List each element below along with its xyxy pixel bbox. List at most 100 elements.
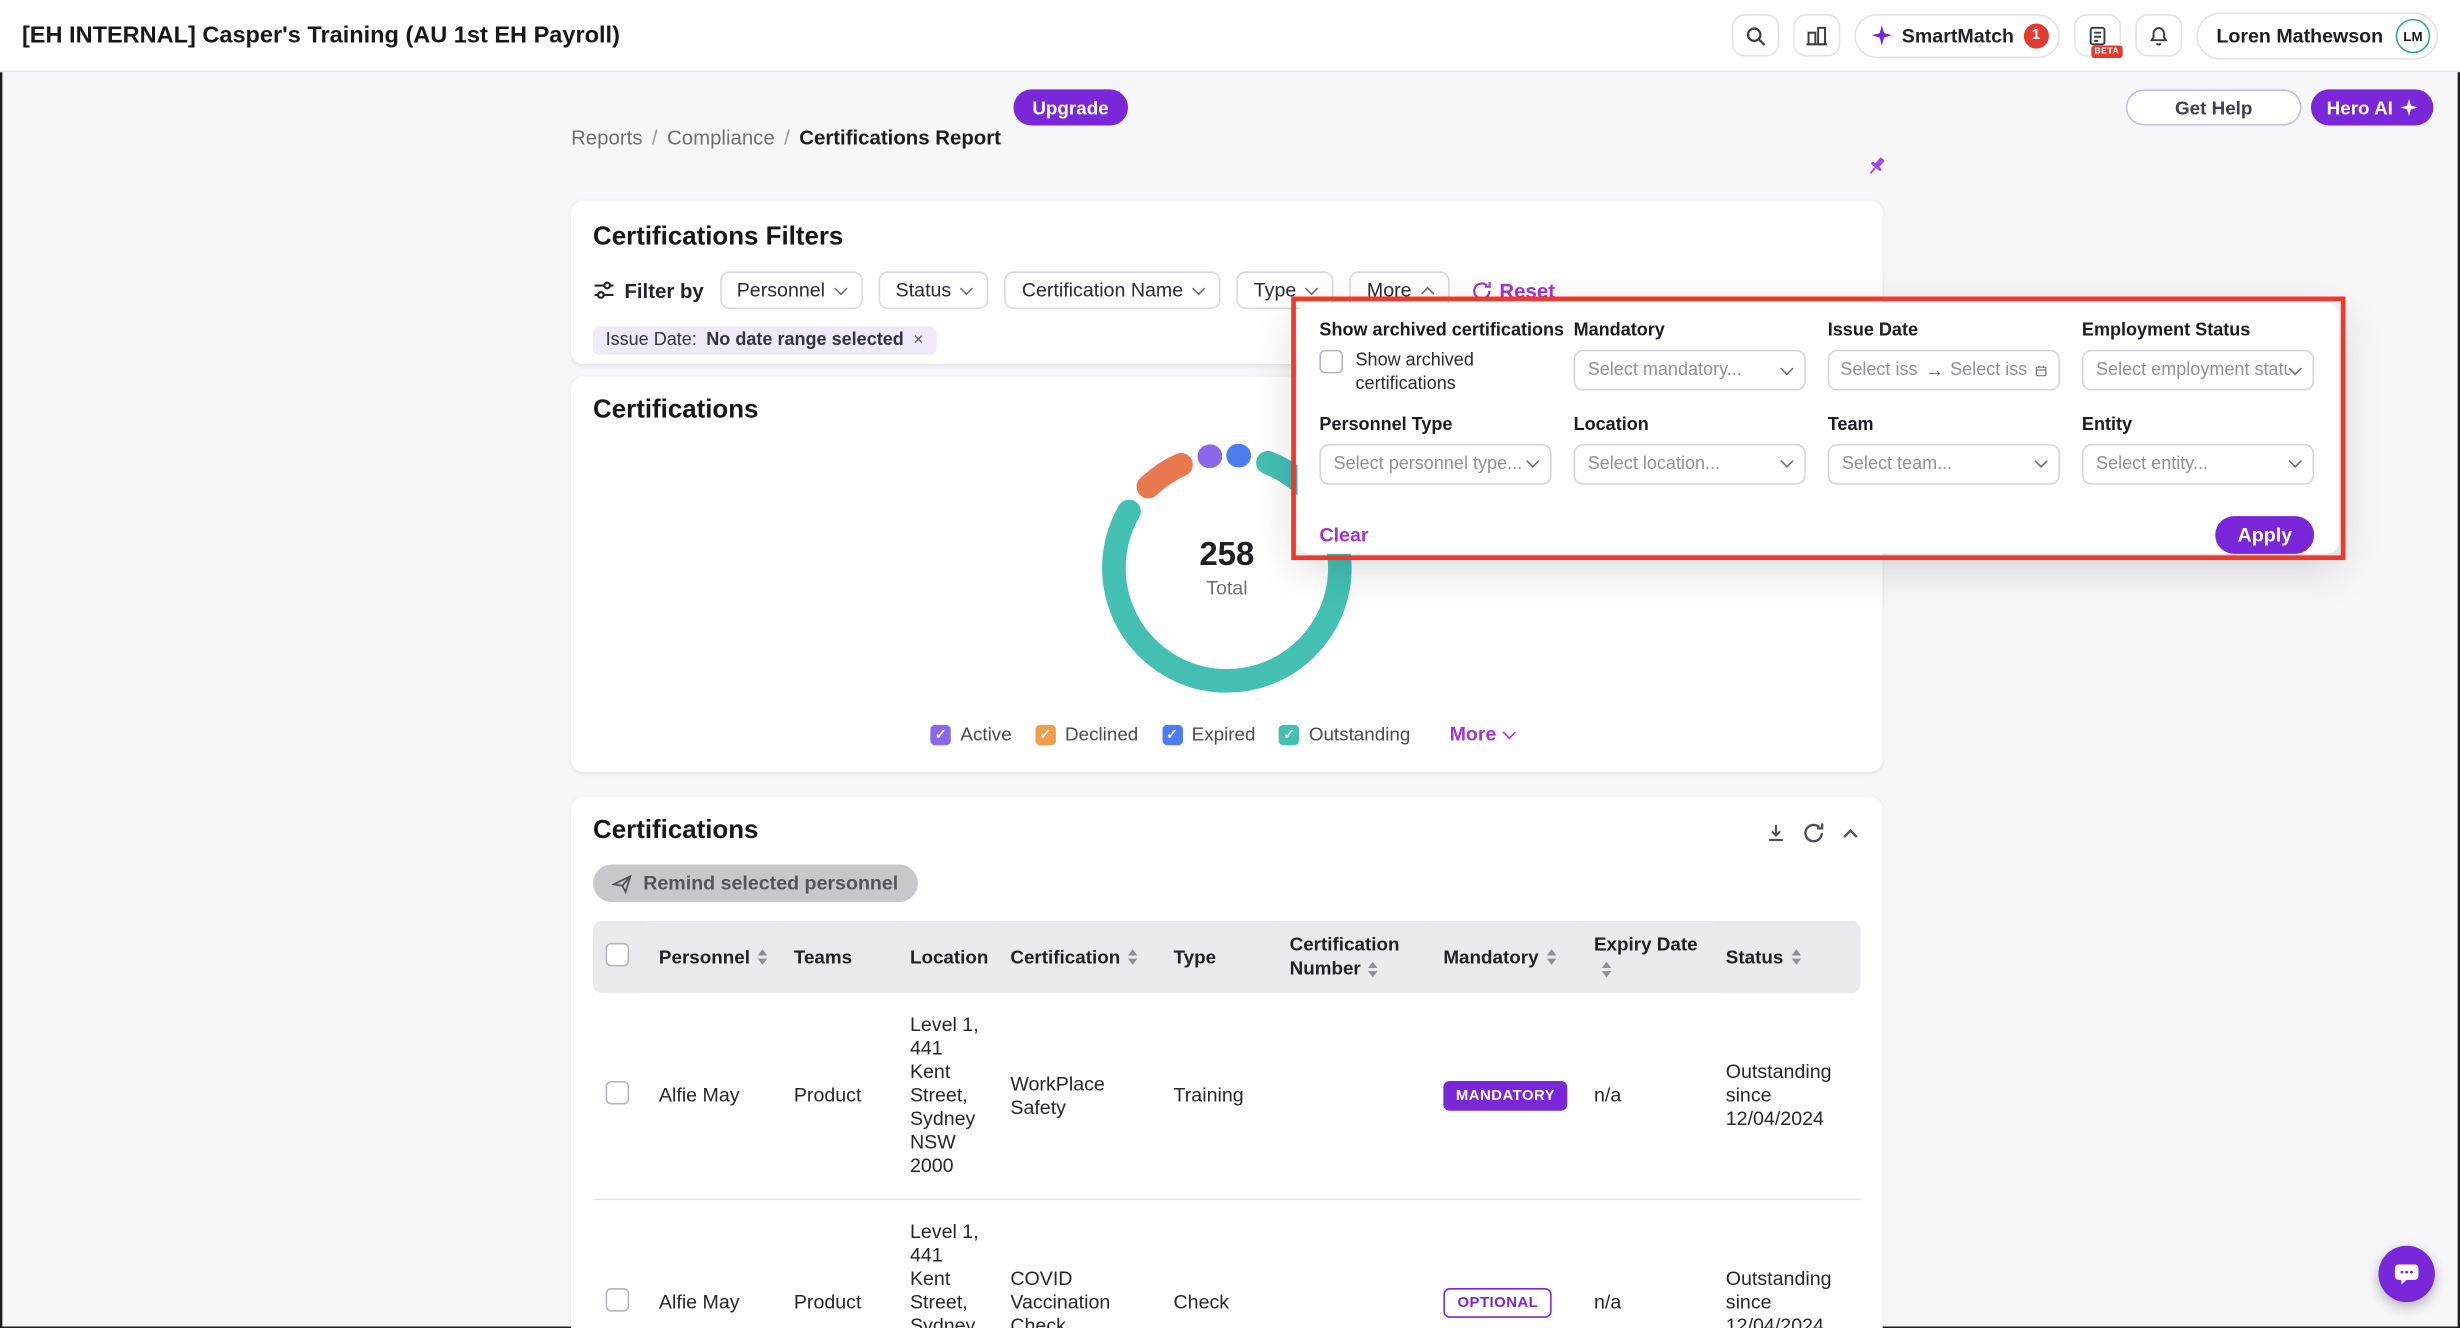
breadcrumb-compliance[interactable]: Compliance [667, 126, 775, 150]
cell-personnel: Alfie May [646, 1199, 781, 1328]
sparkle-icon [2401, 99, 2418, 116]
show-archived-checkbox-row[interactable]: Show archived certifications [1319, 350, 1551, 397]
breadcrumb-separator: / [652, 126, 658, 150]
employment-status-select[interactable]: Select employment statu [2082, 350, 2314, 391]
sort-certification-number[interactable] [1369, 961, 1378, 977]
table-title: Certifications [593, 816, 758, 846]
filter-personnel[interactable]: Personnel [719, 271, 862, 309]
pin-icon[interactable] [1864, 154, 1889, 187]
chevron-up-icon [1840, 823, 1860, 843]
legend-item-active: ✓ Active [931, 723, 1012, 745]
screenshot-frame: [EH INTERNAL] Casper's Training (AU 1st … [0, 0, 2460, 1328]
field-entity: Entity Select entity... [2082, 416, 2314, 485]
issue-date-start-input[interactable] [1840, 361, 1918, 380]
search-icon [1745, 24, 1767, 46]
cell-status: Outstanding since 12/04/2024 [1713, 1199, 1860, 1328]
breadcrumb-reports[interactable]: Reports [571, 126, 642, 150]
legend-more-button[interactable]: More [1440, 722, 1523, 747]
cell-certification: COVID Vaccination Check [998, 1199, 1161, 1328]
table-row: Alfie May Product Level 1, 441 Kent Stre… [593, 993, 1861, 1199]
field-mandatory: Mandatory Select mandatory... [1574, 322, 1806, 397]
legend-checkbox-declined[interactable]: ✓ [1035, 724, 1055, 744]
row-checkbox[interactable] [606, 1288, 630, 1312]
smartmatch-label: SmartMatch [1902, 24, 2014, 46]
search-button[interactable] [1732, 14, 1779, 56]
sort-expiry-date[interactable] [1602, 961, 1611, 977]
field-team: Team Select team... [1828, 416, 2060, 485]
get-help-button[interactable]: Get Help [2126, 89, 2302, 125]
chevron-down-icon [2289, 361, 2302, 374]
chevron-down-icon [1526, 455, 1539, 468]
filter-certification-name[interactable]: Certification Name [1005, 271, 1221, 309]
cell-expiry-date: n/a [1581, 1199, 1713, 1328]
team-select[interactable]: Select team... [1828, 444, 2060, 485]
chevron-down-icon [834, 281, 847, 294]
filter-by-label: Filter by [593, 278, 704, 302]
hero-ai-button[interactable]: Hero AI [2311, 89, 2434, 125]
user-menu[interactable]: Loren Mathewson LM [2196, 12, 2438, 59]
beta-badge: BETA [2091, 45, 2122, 58]
avatar: LM [2396, 18, 2431, 53]
filters-title: Certifications Filters [593, 223, 1861, 253]
legend-checkbox-expired[interactable]: ✓ [1162, 724, 1182, 744]
buildings-icon [1806, 24, 1828, 46]
sort-status[interactable] [1791, 950, 1800, 966]
refresh-icon [1803, 822, 1825, 844]
calendar-icon [2035, 360, 2048, 380]
legend-item-declined: ✓ Declined [1035, 723, 1138, 745]
remind-selected-personnel-button[interactable]: Remind selected personnel [593, 864, 917, 902]
row-checkbox[interactable] [606, 1081, 630, 1105]
mandatory-select[interactable]: Select mandatory... [1574, 350, 1806, 391]
bell-icon [2147, 24, 2169, 46]
legend-checkbox-outstanding[interactable]: ✓ [1279, 724, 1299, 744]
clear-button[interactable]: Clear [1319, 524, 1368, 546]
show-archived-checkbox[interactable] [1319, 350, 1343, 374]
chart-legend: ✓ Active ✓ Declined ✓ Expired ✓ Outstand… [571, 722, 1883, 747]
location-select[interactable]: Select location... [1574, 444, 1806, 485]
chevron-down-icon [2034, 455, 2047, 468]
issue-date-range: → [1828, 350, 2060, 391]
sort-certification[interactable] [1128, 950, 1137, 966]
select-all-checkbox[interactable] [606, 942, 630, 966]
download-icon [1765, 822, 1787, 844]
reset-button[interactable]: Reset [1471, 278, 1555, 302]
sparkle-icon [1872, 25, 1892, 45]
sort-personnel[interactable] [758, 950, 767, 966]
chevron-down-icon [1502, 725, 1515, 738]
personnel-type-select[interactable]: Select personnel type... [1319, 444, 1551, 485]
more-filters-panel: Show archived certifications Show archiv… [1297, 303, 2339, 554]
legend-checkbox-active[interactable]: ✓ [931, 724, 951, 744]
field-location: Location Select location... [1574, 416, 1806, 485]
chat-button[interactable] [2378, 1246, 2434, 1302]
download-button[interactable] [1765, 822, 1787, 844]
cell-status: Outstanding since 12/04/2024 [1713, 993, 1860, 1199]
user-name: Loren Mathewson [2216, 24, 2383, 46]
cell-expiry-date: n/a [1581, 993, 1713, 1199]
upgrade-button[interactable]: Upgrade [1013, 89, 1127, 125]
issue-date-end-input[interactable] [1950, 361, 2028, 380]
organisations-button[interactable] [1794, 14, 1841, 56]
issue-date-filter-tag: Issue Date: No date range selected × [593, 326, 936, 354]
cell-type: Check [1161, 1199, 1277, 1328]
hero-ai-label: Hero AI [2327, 96, 2393, 118]
smartmatch-button[interactable]: SmartMatch 1 [1855, 13, 2060, 57]
beta-tool-button[interactable]: BETA [2074, 14, 2121, 56]
refresh-button[interactable] [1803, 822, 1825, 844]
notifications-button[interactable] [2135, 14, 2182, 56]
apply-button[interactable]: Apply [2216, 516, 2314, 554]
breadcrumb-current: Certifications Report [799, 126, 1001, 150]
certifications-table-card: Certifications Remind selected personnel [571, 797, 1883, 1328]
remove-tag-button[interactable]: × [913, 331, 923, 350]
entity-select[interactable]: Select entity... [2082, 444, 2314, 485]
chevron-down-icon [1192, 281, 1205, 294]
send-icon [612, 873, 632, 893]
sort-mandatory[interactable] [1546, 950, 1555, 966]
filter-status[interactable]: Status [878, 271, 989, 309]
collapse-button[interactable] [1840, 823, 1860, 843]
table-row: Alfie May Product Level 1, 441 Kent Stre… [593, 1199, 1861, 1328]
legend-item-expired: ✓ Expired [1162, 723, 1256, 745]
arrow-right-icon: → [1925, 361, 1944, 380]
panel-footer: Clear Apply [1319, 516, 2314, 554]
chevron-up-icon [1421, 286, 1434, 299]
topbar-actions: SmartMatch 1 BETA Loren Mathewson LM [1732, 12, 2438, 59]
